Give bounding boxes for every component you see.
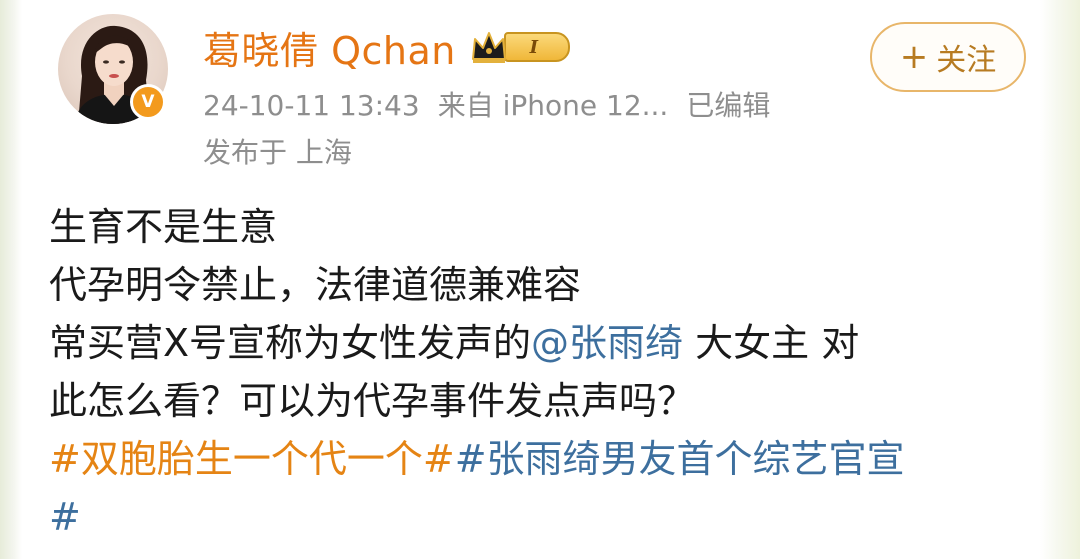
mention-link[interactable]: @张雨绮 bbox=[531, 321, 683, 365]
plus-icon: + bbox=[899, 37, 929, 77]
weibo-post-card: V 葛晓倩 Qchan I 24-10-11 13:43 来自 iPhone 12… bbox=[0, 0, 1080, 559]
screen-edge-right bbox=[1040, 0, 1080, 559]
post-time: 24-10-11 13:43 bbox=[203, 89, 420, 122]
verified-badge: V bbox=[130, 84, 166, 120]
username-row: 葛晓倩 Qchan I bbox=[203, 20, 570, 74]
hashtag-line: #双胞胎生一个代一个##张雨绮男友首个综艺官宣 bbox=[49, 430, 1029, 488]
post-line-3-prefix: 常买营X号宣称为女性发声的 bbox=[49, 321, 532, 365]
post-source: 来自 iPhone 12... bbox=[437, 89, 669, 122]
screen-edge-left bbox=[0, 0, 22, 559]
hashtag-link-2-end[interactable]: # bbox=[49, 488, 1029, 546]
crown-icon bbox=[470, 29, 508, 65]
post-line-2: 代孕明令禁止，法律道德兼难容 bbox=[49, 263, 582, 307]
hashtag-link-2[interactable]: #张雨绮男友首个综艺官宣 bbox=[455, 437, 905, 481]
follow-button[interactable]: + 关注 bbox=[870, 22, 1026, 92]
post-location: 发布于 上海 bbox=[203, 136, 352, 169]
post-content: 生育不是生意 代孕明令禁止，法律道德兼难容 常买营X号宣称为女性发声的@张雨绮 … bbox=[49, 198, 1029, 546]
post-line-3: 常买营X号宣称为女性发声的@张雨绮 大女主 对 bbox=[49, 314, 1029, 372]
post-line-1: 生育不是生意 bbox=[49, 205, 278, 249]
user-level-badge[interactable]: I bbox=[470, 29, 570, 65]
post-line-4: 此怎么看？可以为代孕事件发点声吗？ bbox=[49, 379, 696, 423]
username[interactable]: 葛晓倩 Qchan bbox=[203, 20, 456, 75]
hashtag-link-1[interactable]: #双胞胎生一个代一个# bbox=[49, 437, 455, 481]
level-label: I bbox=[503, 32, 570, 62]
post-meta: 24-10-11 13:43 来自 iPhone 12... 已编辑 bbox=[203, 84, 788, 124]
avatar[interactable]: V bbox=[58, 14, 168, 124]
follow-label: 关注 bbox=[936, 43, 997, 78]
edited-label[interactable]: 已编辑 bbox=[686, 89, 770, 122]
post-line-3-suffix: 大女主 对 bbox=[683, 321, 860, 365]
